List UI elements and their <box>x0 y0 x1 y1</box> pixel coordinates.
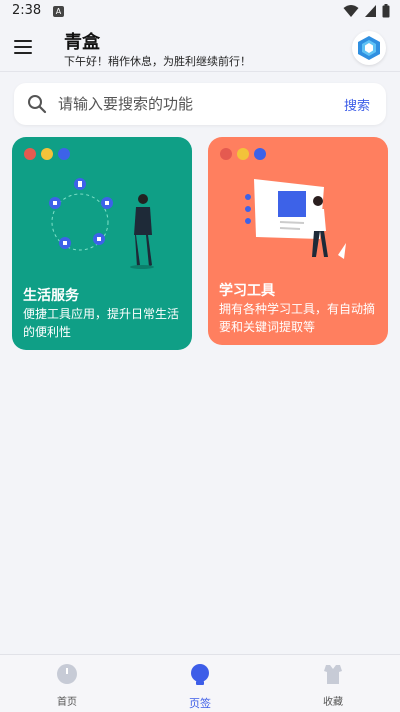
app-title: 青盒 <box>64 32 100 53</box>
nav-label: 首页 <box>57 697 77 708</box>
wifi-icon <box>343 5 359 17</box>
bottom-nav: 首页 页签 收藏 <box>0 654 400 712</box>
dot-yellow <box>237 148 249 160</box>
dot-blue <box>254 148 266 160</box>
cube-logo-icon <box>358 36 380 60</box>
nav-bookmark[interactable]: 页签 <box>160 663 240 711</box>
nav-home[interactable]: 首页 <box>27 663 107 708</box>
status-time: 2:38 <box>12 3 42 18</box>
status-bar: 2:38 A <box>0 0 400 24</box>
card-title: 学习工具 <box>219 283 275 299</box>
card-study-tools[interactable]: 学习工具 拥有各种学习工具，有自动摘要和关键词提取等 <box>208 137 388 345</box>
app-logo-button[interactable] <box>352 31 386 65</box>
card-title: 生活服务 <box>23 288 79 304</box>
app-bar: 青盒 下午好！稍作休息，为胜利继续前行！ <box>0 24 400 72</box>
search-icon <box>28 95 47 114</box>
dot-yellow <box>41 148 53 160</box>
window-dots <box>24 148 70 160</box>
window-dots <box>220 148 266 160</box>
dot-red <box>24 148 36 160</box>
search-input[interactable] <box>58 91 328 117</box>
greeting-subtitle: 下午好！稍作休息，为胜利继续前行！ <box>64 55 251 68</box>
nav-label: 页签 <box>189 697 211 710</box>
dot-red <box>220 148 232 160</box>
menu-button[interactable] <box>14 37 36 55</box>
nav-label: 收藏 <box>323 697 343 708</box>
bulb-icon <box>191 664 209 685</box>
study-tools-illustration-icon <box>245 179 346 259</box>
menu-icon-line <box>14 40 32 42</box>
card-description: 便捷工具应用，提升日常生活的便利性 <box>23 307 180 339</box>
search-bar: 搜索 <box>14 83 386 125</box>
menu-icon-line <box>14 52 32 54</box>
nav-favorites[interactable]: 收藏 <box>293 663 373 708</box>
clock-icon <box>57 664 77 684</box>
search-button[interactable]: 搜索 <box>344 95 370 114</box>
card-life-services[interactable]: 生活服务 便捷工具应用，提升日常生活的便利性 <box>12 137 192 350</box>
shirt-icon <box>324 665 342 684</box>
notification-icon: A <box>53 6 64 17</box>
battery-icon <box>382 4 390 18</box>
life-services-illustration-icon <box>49 178 154 269</box>
card-description: 拥有各种学习工具，有自动摘要和关键词提取等 <box>219 302 376 334</box>
menu-icon-line <box>14 46 32 48</box>
dot-blue <box>58 148 70 160</box>
signal-icon <box>365 5 376 17</box>
status-icons <box>343 4 390 18</box>
